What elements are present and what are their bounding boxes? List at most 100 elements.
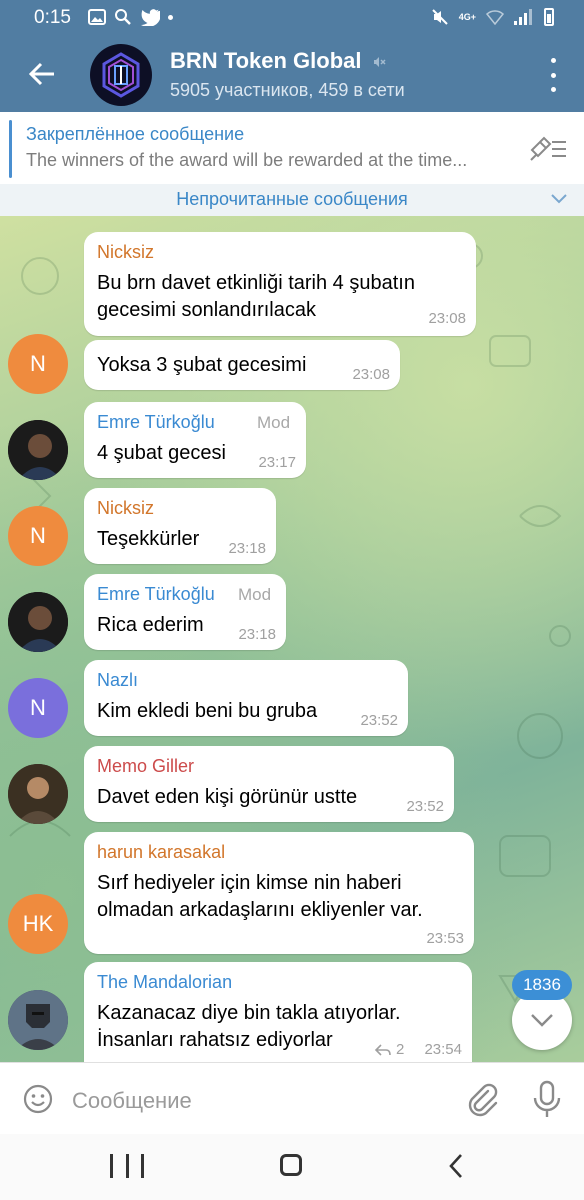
message-line: gecesimi sonlandırılacak bbox=[97, 299, 316, 321]
group-avatar[interactable] bbox=[90, 44, 152, 106]
twitter-icon bbox=[141, 9, 160, 26]
message-time: 23:54 bbox=[424, 1041, 462, 1058]
message-text: Rica ederim bbox=[97, 614, 204, 636]
message-sender[interactable]: The Mandalorian bbox=[97, 972, 232, 993]
chevron-down-icon bbox=[531, 1014, 553, 1027]
avatar[interactable]: N bbox=[8, 678, 68, 738]
message-line: Bu brn davet etkinliği tarih 4 şubatın bbox=[97, 272, 415, 294]
chat-header: BRN Token Global 5905 участников, 459 в … bbox=[0, 36, 584, 112]
message-sender[interactable]: Nicksiz bbox=[97, 242, 154, 263]
message-time: 23:53 bbox=[426, 930, 464, 947]
message-bubble[interactable]: Nazlı Kim ekledi beni bu gruba 23:52 bbox=[84, 660, 408, 736]
avatar[interactable] bbox=[8, 990, 68, 1050]
pinned-title: Закреплённое сообщение bbox=[26, 124, 245, 144]
avatar[interactable]: N bbox=[8, 506, 68, 566]
message-sender[interactable]: Nazlı bbox=[97, 670, 138, 691]
pinned-message[interactable]: Закреплённое сообщение The winners of th… bbox=[0, 112, 584, 185]
unread-label: Непрочитанные сообщения bbox=[176, 189, 408, 209]
unread-divider: Непрочитанные сообщения bbox=[0, 184, 584, 216]
message-text: Kazanacaz diye bin takla atıyorlar. İnsa… bbox=[97, 1000, 401, 1054]
message-time: 23:08 bbox=[428, 310, 466, 327]
signal-icon bbox=[514, 9, 534, 25]
emoji-icon[interactable] bbox=[22, 1083, 54, 1115]
moderator-badge: Mod bbox=[257, 413, 291, 432]
message-time: 23:52 bbox=[406, 798, 444, 815]
message-text: Sırf hediyeler için kimse nin haberi olm… bbox=[97, 870, 423, 924]
avatar-initials: N bbox=[30, 351, 46, 376]
status-bar: 0:15 4G+ bbox=[0, 0, 584, 36]
recent-apps-button[interactable] bbox=[110, 1154, 144, 1178]
user-photo-icon bbox=[8, 592, 68, 652]
avatar-initials: HK bbox=[22, 911, 54, 936]
network-type: 4G+ bbox=[458, 11, 476, 22]
group-subtitle: 5905 участников, 459 в сети bbox=[170, 80, 405, 100]
message-sender[interactable]: Emre Türkoğlu bbox=[97, 412, 215, 433]
avatar[interactable]: HK bbox=[8, 894, 68, 954]
more-menu-button[interactable] bbox=[548, 58, 558, 92]
message-line: Kazanacaz diye bin takla atıyorlar. bbox=[97, 1002, 401, 1024]
brn-logo-icon bbox=[102, 52, 140, 98]
avatar[interactable] bbox=[8, 764, 68, 824]
message-line: Sırf hediyeler için kimse nin haberi bbox=[97, 872, 402, 894]
home-button[interactable] bbox=[280, 1154, 302, 1176]
message-bubble[interactable]: Yoksa 3 şubat gecesimi 23:08 bbox=[84, 340, 400, 390]
pinned-indicator bbox=[9, 120, 12, 178]
avatar-initials: N bbox=[30, 523, 46, 548]
paperclip-icon[interactable] bbox=[464, 1081, 500, 1117]
group-title-text: BRN Token Global bbox=[170, 48, 362, 73]
pin-list-icon[interactable] bbox=[528, 132, 568, 166]
message-sender[interactable]: Nicksiz bbox=[97, 498, 154, 519]
message-text: Teşekkürler bbox=[97, 528, 200, 550]
avatar[interactable] bbox=[8, 592, 68, 652]
message-input[interactable] bbox=[70, 1083, 454, 1119]
status-left-icons bbox=[88, 8, 173, 26]
avatar-initials: N bbox=[30, 695, 46, 720]
arrow-left-icon bbox=[28, 62, 54, 86]
avatar[interactable]: N bbox=[8, 334, 68, 394]
message-text: Yoksa 3 şubat gecesimi bbox=[97, 354, 307, 376]
battery-icon bbox=[544, 8, 554, 26]
message-text: Bu brn davet etkinliği tarih 4 şubatın g… bbox=[97, 270, 415, 324]
message-bubble[interactable]: Emre Türkoğlu Mod 4 şubat gecesi 23:17 bbox=[84, 402, 306, 478]
message-bubble[interactable]: Memo Giller Davet eden kişi görünür ustt… bbox=[84, 746, 454, 822]
message-bubble[interactable]: The Mandalorian Kazanacaz diye bin takla… bbox=[84, 962, 472, 1062]
message-sender[interactable]: harun karasakal bbox=[97, 842, 225, 863]
user-photo-icon bbox=[8, 764, 68, 824]
dot-icon bbox=[168, 15, 173, 20]
back-button[interactable] bbox=[22, 54, 62, 94]
reply-icon bbox=[374, 1044, 391, 1056]
chat-area[interactable]: Nicksiz Bu brn davet etkinliği tarih 4 ş… bbox=[0, 216, 584, 1062]
chevron-down-icon[interactable] bbox=[550, 192, 568, 206]
moderator-badge: Mod bbox=[238, 585, 272, 604]
reply-count[interactable]: 2 bbox=[396, 1041, 404, 1058]
message-bubble[interactable]: Nicksiz Bu brn davet etkinliği tarih 4 ş… bbox=[84, 232, 476, 336]
message-text: 4 şubat gecesi bbox=[97, 442, 226, 464]
wifi-icon bbox=[486, 10, 504, 25]
message-time: 23:08 bbox=[352, 366, 390, 383]
avatar[interactable] bbox=[8, 420, 68, 480]
group-title[interactable]: BRN Token Global bbox=[170, 48, 386, 74]
microphone-icon[interactable] bbox=[530, 1079, 564, 1119]
message-bubble[interactable]: harun karasakal Sırf hediyeler için kims… bbox=[84, 832, 474, 954]
gallery-icon bbox=[88, 9, 106, 25]
muted-icon bbox=[373, 57, 386, 68]
user-photo-icon bbox=[8, 990, 68, 1050]
message-bubble[interactable]: Emre Türkoğlu Mod Rica ederim 23:18 bbox=[84, 574, 286, 650]
status-right-icons: 4G+ bbox=[431, 8, 554, 26]
message-line: olmadan arkadaşlarını ekliyenler var. bbox=[97, 899, 423, 921]
unread-count-badge[interactable]: 1836 bbox=[512, 970, 572, 1000]
message-time: 23:17 bbox=[258, 454, 296, 471]
message-sender[interactable]: Emre Türkoğlu bbox=[97, 584, 215, 605]
message-time: 23:18 bbox=[238, 626, 276, 643]
message-bubble[interactable]: Nicksiz Teşekkürler 23:18 bbox=[84, 488, 276, 564]
search-icon bbox=[115, 9, 131, 25]
message-time: 23:52 bbox=[360, 712, 398, 729]
message-sender[interactable]: Memo Giller bbox=[97, 756, 194, 777]
status-time: 0:15 bbox=[34, 7, 71, 28]
pinned-text: The winners of the award will be rewarde… bbox=[26, 150, 468, 170]
message-time: 23:18 bbox=[228, 540, 266, 557]
nav-back-icon[interactable] bbox=[446, 1152, 466, 1180]
message-line: İnsanları rahatsız ediyorlar bbox=[97, 1029, 333, 1051]
user-photo-icon bbox=[8, 420, 68, 480]
message-text: Davet eden kişi görünür ustte bbox=[97, 786, 358, 808]
